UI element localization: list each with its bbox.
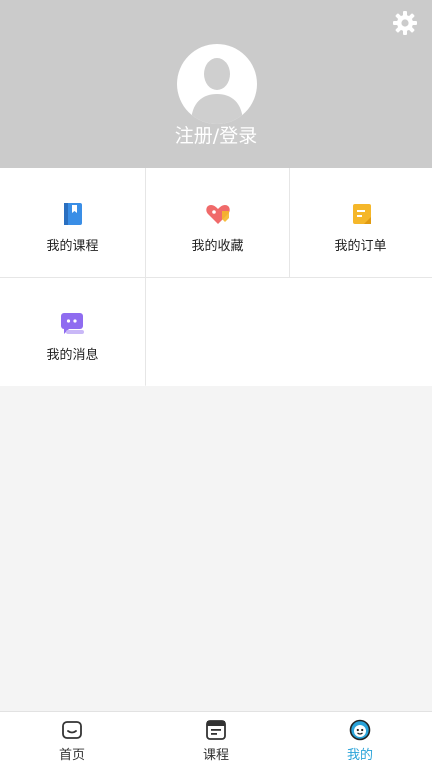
profile-menu-grid: 我的课程 我的收藏 我的订单 我的消息	[0, 168, 432, 386]
gear-icon[interactable]	[392, 10, 418, 36]
menu-my-favorites[interactable]: 我的收藏	[145, 168, 290, 277]
menu-my-courses[interactable]: 我的课程	[0, 168, 145, 277]
course-book-icon	[60, 201, 86, 227]
tab-home[interactable]: 首页	[0, 712, 144, 768]
menu-label: 我的消息	[46, 348, 99, 363]
tab-courses[interactable]: 课程	[144, 712, 288, 768]
order-note-icon	[349, 201, 375, 227]
login-register-link[interactable]: 注册/登录	[0, 121, 432, 148]
menu-label: 我的订单	[334, 239, 387, 254]
tab-profile[interactable]: 我的	[288, 712, 432, 768]
tab-label: 首页	[58, 748, 85, 763]
profile-icon	[349, 719, 371, 741]
heart-tag-icon	[205, 201, 231, 227]
menu-label: 我的课程	[46, 239, 99, 254]
menu-my-orders[interactable]: 我的订单	[289, 168, 432, 277]
message-bubble-icon	[60, 310, 86, 336]
bottom-tab-bar: 首页 课程 我的	[0, 711, 432, 768]
home-icon	[61, 719, 83, 741]
tab-label: 我的	[346, 748, 373, 763]
default-avatar-icon[interactable]	[177, 44, 257, 124]
course-icon	[205, 719, 227, 741]
profile-header: 注册/登录	[0, 0, 432, 168]
tab-label: 课程	[202, 748, 229, 763]
watermark-text: 天空就是博手机版	[0, 364, 432, 386]
menu-label: 我的收藏	[191, 239, 244, 254]
